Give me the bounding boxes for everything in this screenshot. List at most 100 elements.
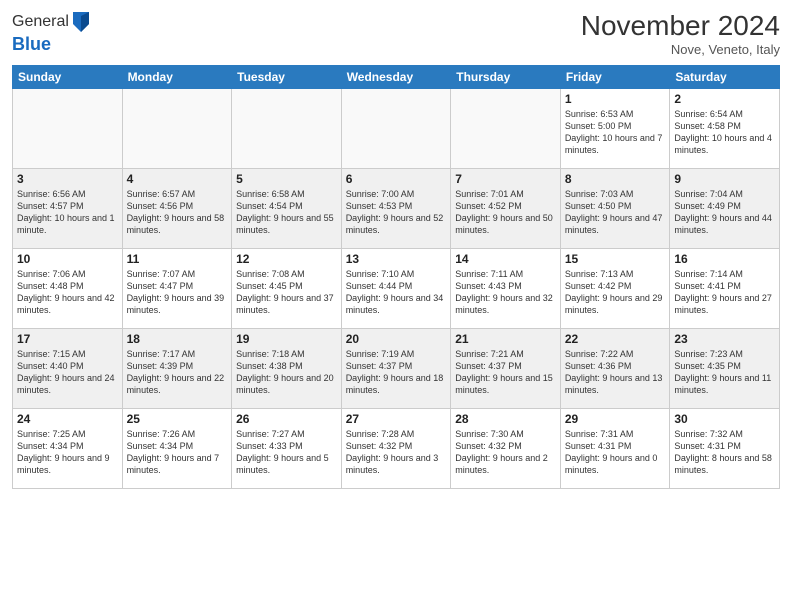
calendar-cell: 26Sunrise: 7:27 AM Sunset: 4:33 PM Dayli… <box>232 409 342 489</box>
day-number: 15 <box>565 252 666 266</box>
week-row-5: 24 Sunrise: 7:25 AM Sunset: 4:34 PM Dayli… <box>13 409 780 489</box>
calendar-cell <box>13 89 123 169</box>
day-number: 4 <box>127 172 228 186</box>
calendar-cell: 23 Sunrise: 7:23 AM Sunset: 4:35 PM Dayli… <box>670 329 780 409</box>
day-header-sunday: Sunday <box>13 66 123 89</box>
day-number: 18 <box>127 332 228 346</box>
day-info: Sunrise: 7:26 AM Sunset: 4:34 PM Dayligh… <box>127 428 228 477</box>
day-number: 21 <box>455 332 556 346</box>
day-info: Sunrise: 6:57 AM Sunset: 4:56 PM Dayligh… <box>127 188 228 237</box>
day-number: 14 <box>455 252 556 266</box>
day-info: Sunrise: 6:53 AM Sunset: 5:00 PM Dayligh… <box>565 108 666 157</box>
title-section: November 2024 Nove, Veneto, Italy <box>581 10 780 57</box>
day-number: 22 <box>565 332 666 346</box>
calendar-cell <box>451 89 561 169</box>
day-number: 25 <box>127 412 228 426</box>
week-row-3: 10 Sunrise: 7:06 AM Sunset: 4:48 PM Dayli… <box>13 249 780 329</box>
calendar-cell: 22 Sunrise: 7:22 AM Sunset: 4:36 PM Dayli… <box>560 329 670 409</box>
day-info: Sunrise: 7:01 AM Sunset: 4:52 PM Dayligh… <box>455 188 556 237</box>
calendar-cell: 2 Sunrise: 6:54 AM Sunset: 4:58 PM Daylig… <box>670 89 780 169</box>
day-info: Sunrise: 7:11 AM Sunset: 4:43 PM Dayligh… <box>455 268 556 317</box>
calendar-cell: 12 Sunrise: 7:08 AM Sunset: 4:45 PM Dayli… <box>232 249 342 329</box>
month-title: November 2024 <box>581 10 780 42</box>
calendar-cell: 8 Sunrise: 7:03 AM Sunset: 4:50 PM Daylig… <box>560 169 670 249</box>
week-row-2: 3 Sunrise: 6:56 AM Sunset: 4:57 PM Daylig… <box>13 169 780 249</box>
calendar-cell: 18Sunrise: 7:17 AM Sunset: 4:39 PM Dayli… <box>122 329 232 409</box>
calendar-cell: 1 Sunrise: 6:53 AM Sunset: 5:00 PM Daylig… <box>560 89 670 169</box>
calendar-cell: 11 Sunrise: 7:07 AM Sunset: 4:47 PM Dayli… <box>122 249 232 329</box>
day-header-thursday: Thursday <box>451 66 561 89</box>
day-number: 30 <box>674 412 775 426</box>
calendar-cell: 25 Sunrise: 7:26 AM Sunset: 4:34 PM Dayli… <box>122 409 232 489</box>
calendar-cell: 20 Sunrise: 7:19 AM Sunset: 4:37 PM Dayli… <box>341 329 451 409</box>
day-info: Sunrise: 7:04 AM Sunset: 4:49 PM Dayligh… <box>674 188 775 237</box>
week-row-1: 1 Sunrise: 6:53 AM Sunset: 5:00 PM Daylig… <box>13 89 780 169</box>
calendar-cell: 13Sunrise: 7:10 AM Sunset: 4:44 PM Dayli… <box>341 249 451 329</box>
calendar-cell: 28Sunrise: 7:30 AM Sunset: 4:32 PM Dayli… <box>451 409 561 489</box>
day-info: Sunrise: 6:54 AM Sunset: 4:58 PM Dayligh… <box>674 108 775 157</box>
calendar-cell <box>232 89 342 169</box>
day-number: 2 <box>674 92 775 106</box>
day-number: 20 <box>346 332 447 346</box>
calendar-cell: 15 Sunrise: 7:13 AM Sunset: 4:42 PM Dayli… <box>560 249 670 329</box>
day-number: 7 <box>455 172 556 186</box>
calendar-cell: 5 Sunrise: 6:58 AM Sunset: 4:54 PM Daylig… <box>232 169 342 249</box>
day-number: 23 <box>674 332 775 346</box>
calendar-cell: 30 Sunrise: 7:32 AM Sunset: 4:31 PM Dayli… <box>670 409 780 489</box>
day-number: 19 <box>236 332 337 346</box>
header-row: SundayMondayTuesdayWednesdayThursdayFrid… <box>13 66 780 89</box>
day-number: 8 <box>565 172 666 186</box>
day-header-saturday: Saturday <box>670 66 780 89</box>
calendar-cell: 19Sunrise: 7:18 AM Sunset: 4:38 PM Dayli… <box>232 329 342 409</box>
logo-general: General <box>12 13 69 31</box>
calendar-table: SundayMondayTuesdayWednesdayThursdayFrid… <box>12 65 780 489</box>
calendar-cell: 9Sunrise: 7:04 AM Sunset: 4:49 PM Daylig… <box>670 169 780 249</box>
calendar-cell: 29 Sunrise: 7:31 AM Sunset: 4:31 PM Dayli… <box>560 409 670 489</box>
day-number: 24 <box>17 412 118 426</box>
calendar-cell <box>122 89 232 169</box>
day-info: Sunrise: 7:27 AM Sunset: 4:33 PM Dayligh… <box>236 428 337 477</box>
calendar-cell: 3 Sunrise: 6:56 AM Sunset: 4:57 PM Daylig… <box>13 169 123 249</box>
day-number: 27 <box>346 412 447 426</box>
day-header-tuesday: Tuesday <box>232 66 342 89</box>
day-number: 5 <box>236 172 337 186</box>
calendar-cell: 27 Sunrise: 7:28 AM Sunset: 4:32 PM Dayli… <box>341 409 451 489</box>
day-header-wednesday: Wednesday <box>341 66 451 89</box>
day-info: Sunrise: 7:03 AM Sunset: 4:50 PM Dayligh… <box>565 188 666 237</box>
day-info: Sunrise: 7:13 AM Sunset: 4:42 PM Dayligh… <box>565 268 666 317</box>
day-info: Sunrise: 7:06 AM Sunset: 4:48 PM Dayligh… <box>17 268 118 317</box>
calendar-cell: 6Sunrise: 7:00 AM Sunset: 4:53 PM Daylig… <box>341 169 451 249</box>
day-number: 16 <box>674 252 775 266</box>
day-number: 11 <box>127 252 228 266</box>
day-header-monday: Monday <box>122 66 232 89</box>
day-info: Sunrise: 7:28 AM Sunset: 4:32 PM Dayligh… <box>346 428 447 477</box>
day-number: 17 <box>17 332 118 346</box>
day-info: Sunrise: 7:07 AM Sunset: 4:47 PM Dayligh… <box>127 268 228 317</box>
day-info: Sunrise: 6:56 AM Sunset: 4:57 PM Dayligh… <box>17 188 118 237</box>
day-number: 1 <box>565 92 666 106</box>
day-info: Sunrise: 7:10 AM Sunset: 4:44 PM Dayligh… <box>346 268 447 317</box>
day-info: Sunrise: 7:30 AM Sunset: 4:32 PM Dayligh… <box>455 428 556 477</box>
day-number: 3 <box>17 172 118 186</box>
calendar-cell: 4 Sunrise: 6:57 AM Sunset: 4:56 PM Daylig… <box>122 169 232 249</box>
day-info: Sunrise: 7:31 AM Sunset: 4:31 PM Dayligh… <box>565 428 666 477</box>
day-number: 12 <box>236 252 337 266</box>
day-info: Sunrise: 6:58 AM Sunset: 4:54 PM Dayligh… <box>236 188 337 237</box>
day-header-friday: Friday <box>560 66 670 89</box>
day-info: Sunrise: 7:25 AM Sunset: 4:34 PM Dayligh… <box>17 428 118 477</box>
day-info: Sunrise: 7:08 AM Sunset: 4:45 PM Dayligh… <box>236 268 337 317</box>
calendar-cell: 16 Sunrise: 7:14 AM Sunset: 4:41 PM Dayli… <box>670 249 780 329</box>
day-number: 29 <box>565 412 666 426</box>
day-info: Sunrise: 7:22 AM Sunset: 4:36 PM Dayligh… <box>565 348 666 397</box>
location-subtitle: Nove, Veneto, Italy <box>581 42 780 57</box>
header: General Blue November 2024 Nove, Veneto,… <box>12 10 780 57</box>
day-info: Sunrise: 7:32 AM Sunset: 4:31 PM Dayligh… <box>674 428 775 477</box>
day-number: 10 <box>17 252 118 266</box>
calendar-cell: 10 Sunrise: 7:06 AM Sunset: 4:48 PM Dayli… <box>13 249 123 329</box>
day-info: Sunrise: 7:19 AM Sunset: 4:37 PM Dayligh… <box>346 348 447 397</box>
logo-icon <box>71 10 91 34</box>
day-info: Sunrise: 7:14 AM Sunset: 4:41 PM Dayligh… <box>674 268 775 317</box>
main-container: General Blue November 2024 Nove, Veneto,… <box>0 0 792 497</box>
calendar-cell: 21Sunrise: 7:21 AM Sunset: 4:37 PM Dayli… <box>451 329 561 409</box>
day-info: Sunrise: 7:23 AM Sunset: 4:35 PM Dayligh… <box>674 348 775 397</box>
